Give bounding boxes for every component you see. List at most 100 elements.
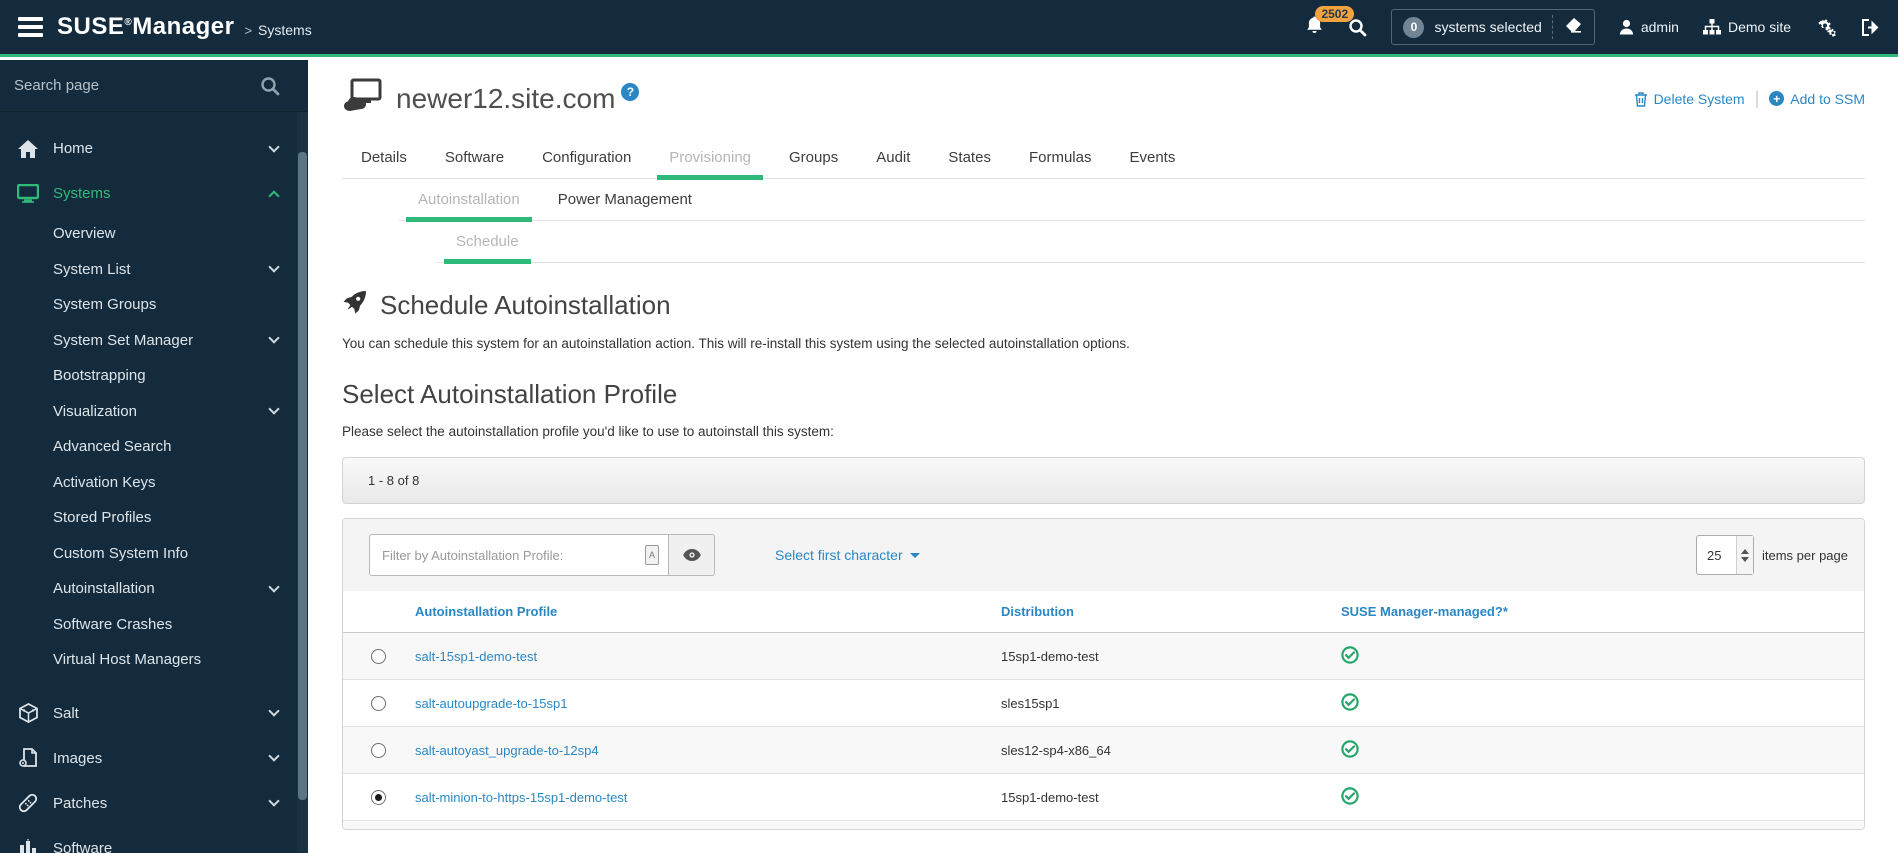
profile-link[interactable]: salt-15sp1-demo-test xyxy=(415,649,537,664)
sidebar-item-autoinstallation[interactable]: Autoinstallation xyxy=(0,571,308,607)
column-header-managed[interactable]: SUSE Manager-managed?* xyxy=(1331,591,1864,633)
user-menu[interactable]: admin xyxy=(1619,19,1679,35)
top-header-bar: SUSE®Manager > Systems 2502 0 systems se… xyxy=(0,0,1898,57)
add-to-ssm-button[interactable]: + Add to SSM xyxy=(1769,91,1865,107)
organization-menu[interactable]: Demo site xyxy=(1702,18,1791,36)
sidebar-item-salt[interactable]: Salt xyxy=(0,691,308,736)
select-first-character-dropdown[interactable]: Select first character xyxy=(775,547,920,563)
sidebar-item-virtual-host-managers[interactable]: Virtual Host Managers xyxy=(0,642,308,678)
column-header-distribution[interactable]: Distribution xyxy=(991,591,1331,633)
profile-link[interactable]: salt-autoyast_upgrade-to-12sp4 xyxy=(415,743,599,758)
sidebar-item-software[interactable]: Software xyxy=(0,826,308,853)
profile-radio[interactable] xyxy=(371,648,386,664)
user-icon xyxy=(1619,19,1634,35)
pagination-summary-bar: 1 - 8 of 8 xyxy=(342,457,1865,504)
page-size-select[interactable]: 25 xyxy=(1696,535,1754,575)
profile-table-panel: A Select first character 25 items per pa… xyxy=(342,518,1865,830)
select-profile-description: Please select the autoinstallation profi… xyxy=(342,424,834,439)
delete-system-button[interactable]: Delete System xyxy=(1634,91,1745,107)
subtab-schedule[interactable]: Schedule xyxy=(437,225,538,264)
eye-icon xyxy=(682,549,701,561)
header-right-cluster: 2502 0 systems selected admin Demo site xyxy=(1305,5,1880,45)
profile-radio[interactable] xyxy=(371,742,386,758)
sidebar-search xyxy=(0,60,308,112)
tab-states[interactable]: States xyxy=(929,141,1010,178)
filter-profile-input[interactable] xyxy=(369,534,669,576)
sidebar-item-system-set-manager[interactable]: System Set Manager xyxy=(0,323,308,359)
profile-link[interactable]: salt-minion-to-https-15sp1-demo-test xyxy=(415,790,627,805)
systems-monitor-icon xyxy=(15,184,41,203)
organization-name: Demo site xyxy=(1727,19,1791,35)
subtab-power-management[interactable]: Power Management xyxy=(539,183,711,220)
table-filter-bar: A Select first character 25 items per pa… xyxy=(343,519,1864,591)
tab-audit[interactable]: Audit xyxy=(857,141,929,178)
breadcrumb[interactable]: Systems xyxy=(258,22,312,38)
search-icon[interactable] xyxy=(260,76,280,96)
sidebar-item-software-crashes[interactable]: Software Crashes xyxy=(0,607,308,643)
sidebar-item-bootstrapping[interactable]: Bootstrapping xyxy=(0,358,308,394)
tab-formulas[interactable]: Formulas xyxy=(1010,141,1111,178)
sidebar-search-input[interactable] xyxy=(14,77,260,94)
header-search-button[interactable] xyxy=(1348,18,1367,37)
actions-divider: | xyxy=(1754,88,1760,108)
chevron-down-icon xyxy=(268,581,280,593)
brand-logo[interactable]: SUSE®Manager xyxy=(57,13,234,41)
table-row: salt-autoupgrade-to-15sp1 sles15sp1 xyxy=(343,679,1864,727)
items-per-page-control: 25 items per page xyxy=(1696,535,1848,575)
profile-radio[interactable] xyxy=(371,695,386,711)
ssm-divider xyxy=(1551,15,1553,39)
home-icon xyxy=(15,139,41,158)
sidebar-item-custom-system-info[interactable]: Custom System Info xyxy=(0,536,308,572)
sidebar-item-systems[interactable]: Systems xyxy=(0,171,308,216)
managed-check-icon xyxy=(1341,645,1359,664)
notifications-bell[interactable]: 2502 xyxy=(1305,5,1355,40)
tab-details[interactable]: Details xyxy=(342,141,426,178)
sidebar-item-images[interactable]: Images xyxy=(0,736,308,781)
tab-software[interactable]: Software xyxy=(426,141,523,178)
chevron-down-icon xyxy=(268,332,280,344)
sidebar-item-stored-profiles[interactable]: Stored Profiles xyxy=(0,500,308,536)
schedule-section-header: Schedule Autoinstallation xyxy=(342,289,1865,322)
column-header-profile[interactable]: Autoinstallation Profile xyxy=(405,591,991,633)
sidebar-item-home[interactable]: Home xyxy=(0,126,308,171)
ssm-selected-label[interactable]: systems selected xyxy=(1434,19,1541,35)
chevron-down-icon xyxy=(268,261,280,273)
input-character-icon: A xyxy=(645,545,659,565)
breadcrumb-separator: > xyxy=(244,22,253,38)
clear-selection-eraser-icon[interactable] xyxy=(1563,17,1583,38)
page-title-system-name: newer12.site.com xyxy=(396,82,616,114)
help-icon[interactable]: ? xyxy=(621,82,640,101)
subtab-autoinstallation[interactable]: Autoinstallation xyxy=(399,183,539,222)
hamburger-menu-icon[interactable] xyxy=(18,17,43,37)
sign-out-icon xyxy=(1862,18,1879,36)
plus-circle-icon: + xyxy=(1769,91,1785,106)
filter-preview-button[interactable] xyxy=(669,534,715,576)
radio-column-header xyxy=(343,591,405,633)
logout-button[interactable] xyxy=(1861,18,1880,36)
sidebar-item-advanced-search[interactable]: Advanced Search xyxy=(0,429,308,465)
system-tabs: Details Software Configuration Provision… xyxy=(342,141,1865,180)
system-actions: Delete System | + Add to SSM xyxy=(1634,88,1865,109)
sidebar-item-overview[interactable]: Overview xyxy=(0,216,308,252)
sidebar-item-patches[interactable]: Patches xyxy=(0,781,308,826)
chevron-down-icon xyxy=(268,140,280,153)
tab-events[interactable]: Events xyxy=(1110,141,1194,178)
tab-groups[interactable]: Groups xyxy=(770,141,857,178)
sidebar-scrollbar[interactable] xyxy=(297,112,308,853)
sidebar-scrollbar-thumb[interactable] xyxy=(298,152,307,800)
admin-settings-button[interactable] xyxy=(1815,18,1837,37)
profile-link[interactable]: salt-autoupgrade-to-15sp1 xyxy=(415,696,568,711)
tab-configuration[interactable]: Configuration xyxy=(523,141,650,178)
select-spinner-icon[interactable] xyxy=(1736,536,1753,574)
chevron-up-icon xyxy=(268,189,280,202)
sidebar-item-activation-keys[interactable]: Activation Keys xyxy=(0,465,308,501)
table-row: salt-autoyast_upgrade-to-12sp4 sles12-sp… xyxy=(343,726,1864,774)
sidebar-item-system-list[interactable]: System List xyxy=(0,252,308,288)
profile-radio-selected[interactable] xyxy=(371,789,386,805)
trash-icon xyxy=(1634,91,1647,107)
sidebar-item-visualization[interactable]: Visualization xyxy=(0,394,308,430)
sidebar-item-system-groups[interactable]: System Groups xyxy=(0,287,308,323)
tab-provisioning[interactable]: Provisioning xyxy=(650,141,770,180)
autoinstallation-profile-table: Autoinstallation Profile Distribution SU… xyxy=(343,591,1864,821)
suse-manager-app: SUSE®Manager > Systems 2502 0 systems se… xyxy=(0,0,1898,853)
